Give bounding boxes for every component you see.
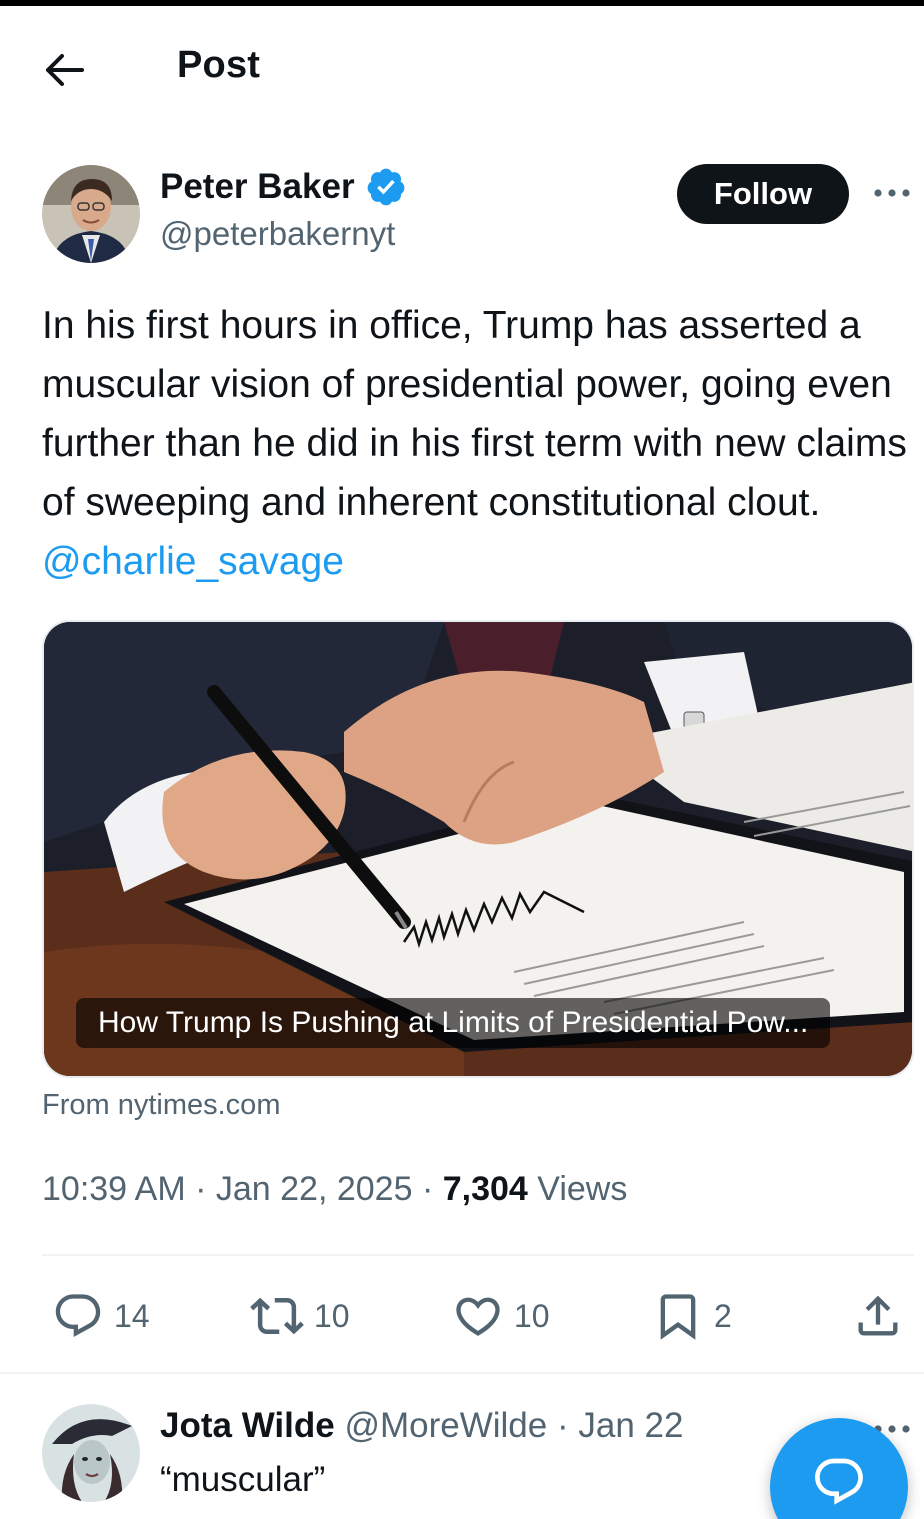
views-count: 7,304 [442,1170,528,1208]
reply-avatar[interactable] [42,1404,140,1502]
compose-reply-icon [811,1454,867,1515]
reply-separator: · [556,1406,569,1445]
author-name[interactable]: Peter Baker [160,166,407,208]
views-label: Views [537,1170,628,1208]
reply-header: Jota Wilde @MoreWilde · Jan 22 [160,1406,683,1446]
bookmark-icon [652,1290,704,1342]
card-source[interactable]: From nytimes.com [42,1089,280,1122]
author-avatar[interactable] [42,165,140,263]
post-date[interactable]: Jan 22, 2025 [216,1170,413,1208]
reply-text: “muscular” [160,1460,326,1499]
mention-link[interactable]: @charlie_savage [42,540,344,583]
post-time[interactable]: 10:39 AM [42,1170,186,1208]
status-bar-edge [0,0,924,6]
share-icon [852,1290,904,1342]
card-caption: How Trump Is Pushing at Limits of Presid… [76,998,831,1048]
author-handle[interactable]: @peterbakernyt [160,215,395,253]
divider [42,1254,914,1256]
page-title: Post [177,44,261,86]
like-icon [452,1290,504,1342]
link-card[interactable]: How Trump Is Pushing at Limits of Presid… [42,620,914,1078]
post-body: In his first hours in office, Trump has … [42,304,907,524]
more-icon[interactable] [868,178,916,208]
follow-button[interactable]: Follow [677,164,849,224]
bookmark-button[interactable]: 2 [652,1290,732,1342]
divider [0,1372,924,1374]
bookmark-count: 2 [714,1297,732,1334]
verified-badge-icon [365,166,407,208]
share-button[interactable] [852,1290,904,1342]
reply-date[interactable]: Jan 22 [578,1406,683,1445]
reply-author-name[interactable]: Jota Wilde [160,1406,335,1445]
back-arrow-icon[interactable] [42,50,88,90]
author-name-text: Peter Baker [160,167,355,206]
reply-author-handle[interactable]: @MoreWilde [344,1406,547,1445]
reply-count: 14 [114,1297,150,1334]
like-count: 10 [514,1297,550,1334]
repost-count: 10 [314,1297,350,1334]
repost-icon [250,1289,304,1343]
header: Post [0,20,924,120]
post-meta: 10:39 AM · Jan 22, 2025 · 7,304 Views [42,1170,628,1208]
repost-button[interactable]: 10 [250,1290,350,1342]
reply-icon [52,1290,104,1342]
reply-button[interactable]: 14 [52,1290,150,1342]
post-text: In his first hours in office, Trump has … [42,296,922,591]
like-button[interactable]: 10 [452,1290,550,1342]
